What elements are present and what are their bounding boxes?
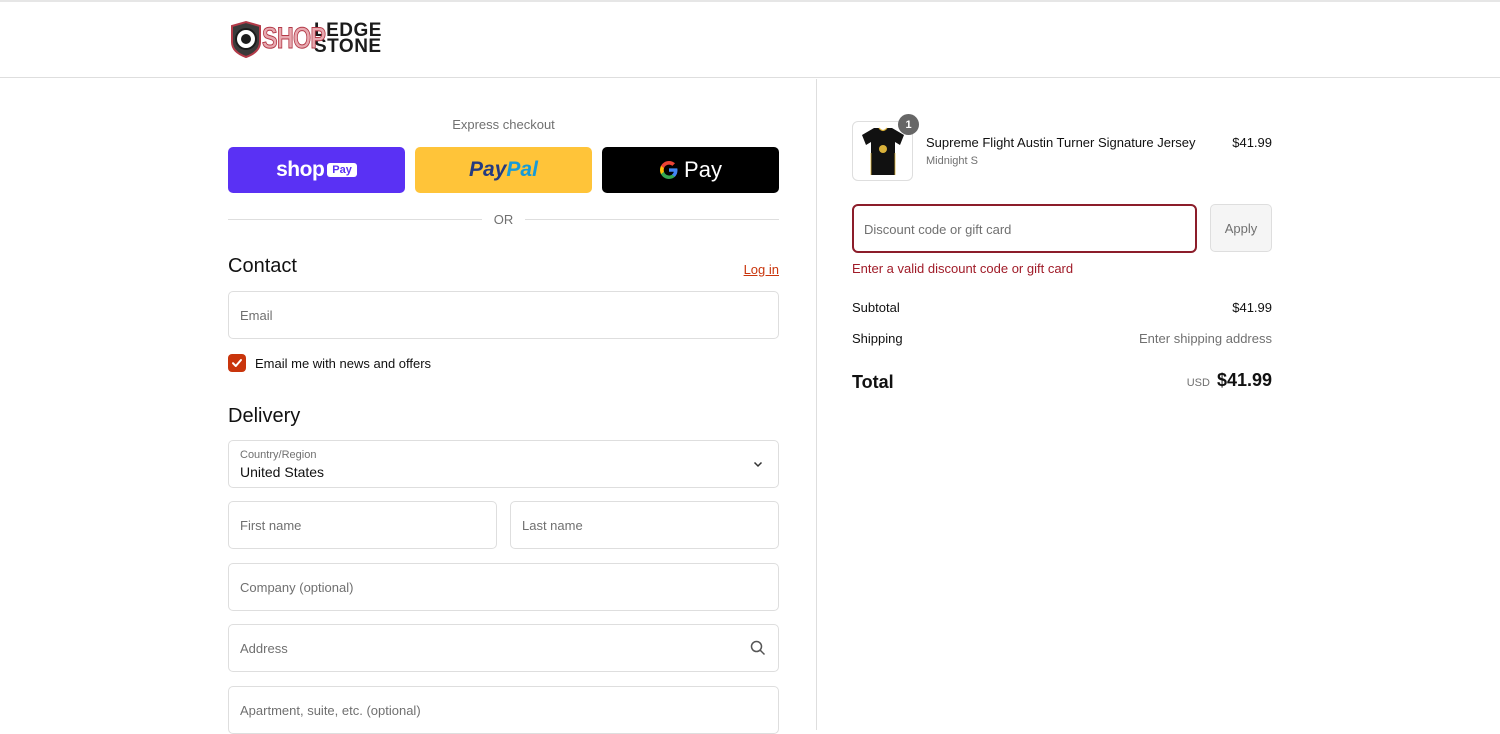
discount-error-message: Enter a valid discount code or gift card (852, 261, 1074, 276)
last-name-field[interactable]: Last name (510, 501, 779, 549)
total-value-group: USD $41.99 (1187, 370, 1272, 391)
google-pay-text: Pay (684, 157, 722, 182)
first-name-field[interactable]: First name (228, 501, 497, 549)
total-amount: $41.99 (1216, 370, 1272, 390)
country-value: United States (240, 464, 325, 480)
company-field[interactable]: Company (optional) (228, 563, 779, 611)
total-currency: USD (1186, 377, 1210, 389)
paypal-label-pal: Pal (506, 158, 538, 181)
paypal-button[interactable]: PayPal (415, 147, 592, 193)
country-select[interactable]: Country/Region United States (228, 440, 779, 488)
login-link[interactable]: Log in (744, 262, 779, 277)
shop-pay-label: shop (276, 158, 325, 181)
discount-placeholder: Discount code or gift card (864, 222, 1012, 237)
product-name: Supreme Flight Austin Turner Signature J… (926, 135, 1196, 150)
subtotal-value: $41.99 (1232, 300, 1272, 315)
chevron-down-icon (753, 461, 763, 468)
apply-discount-button[interactable]: Apply (1210, 204, 1272, 252)
google-g-icon (660, 161, 678, 179)
jersey-icon (861, 127, 904, 175)
apartment-placeholder: Apartment, suite, etc. (optional) (240, 703, 421, 718)
shipping-value: Enter shipping address (1139, 331, 1272, 346)
email-placeholder: Email (240, 308, 273, 323)
shop-pay-button[interactable]: shop Pay (228, 147, 405, 193)
store-logo[interactable]: SHOP LEDGE STONE (228, 20, 382, 58)
contact-title: Contact (228, 255, 297, 277)
paypal-label-pay: Pay (469, 158, 507, 181)
or-line-right (525, 219, 779, 220)
paypal-label: PayPal (469, 158, 538, 182)
delivery-title: Delivery (228, 405, 301, 427)
logo-emblem-icon (231, 20, 261, 58)
quantity-badge: 1 (898, 114, 919, 135)
checkmark-icon (232, 359, 242, 367)
apartment-field[interactable]: Apartment, suite, etc. (optional) (228, 686, 779, 734)
logo-shop-text: SHOP (262, 22, 327, 56)
google-pay-button[interactable]: Pay (602, 147, 779, 193)
or-separator: OR (228, 210, 779, 228)
newsletter-checkbox-row[interactable]: Email me with news and offers (228, 354, 431, 372)
last-name-placeholder: Last name (522, 518, 583, 533)
express-checkout-title: Express checkout (452, 117, 555, 132)
site-header: SHOP LEDGE STONE (0, 2, 1500, 78)
first-name-placeholder: First name (240, 518, 302, 533)
shop-pay-badge: Pay (327, 163, 357, 177)
product-price: $41.99 (1232, 135, 1272, 150)
subtotal-label: Subtotal (852, 300, 900, 315)
newsletter-checkbox[interactable] (228, 354, 246, 372)
email-field[interactable]: Email (228, 291, 779, 339)
column-divider (816, 79, 817, 730)
google-pay-label: Pay (659, 157, 722, 183)
newsletter-label: Email me with news and offers (255, 355, 432, 371)
country-label: Country/Region (240, 449, 317, 461)
shipping-label: Shipping (852, 331, 903, 346)
address-placeholder: Address (240, 641, 288, 656)
company-placeholder: Company (optional) (240, 580, 354, 595)
total-label: Total (852, 372, 894, 392)
address-field[interactable]: Address (228, 624, 779, 672)
product-variant: Midnight S (926, 155, 978, 167)
search-icon (750, 640, 766, 656)
discount-code-field[interactable]: Discount code or gift card (852, 204, 1197, 253)
